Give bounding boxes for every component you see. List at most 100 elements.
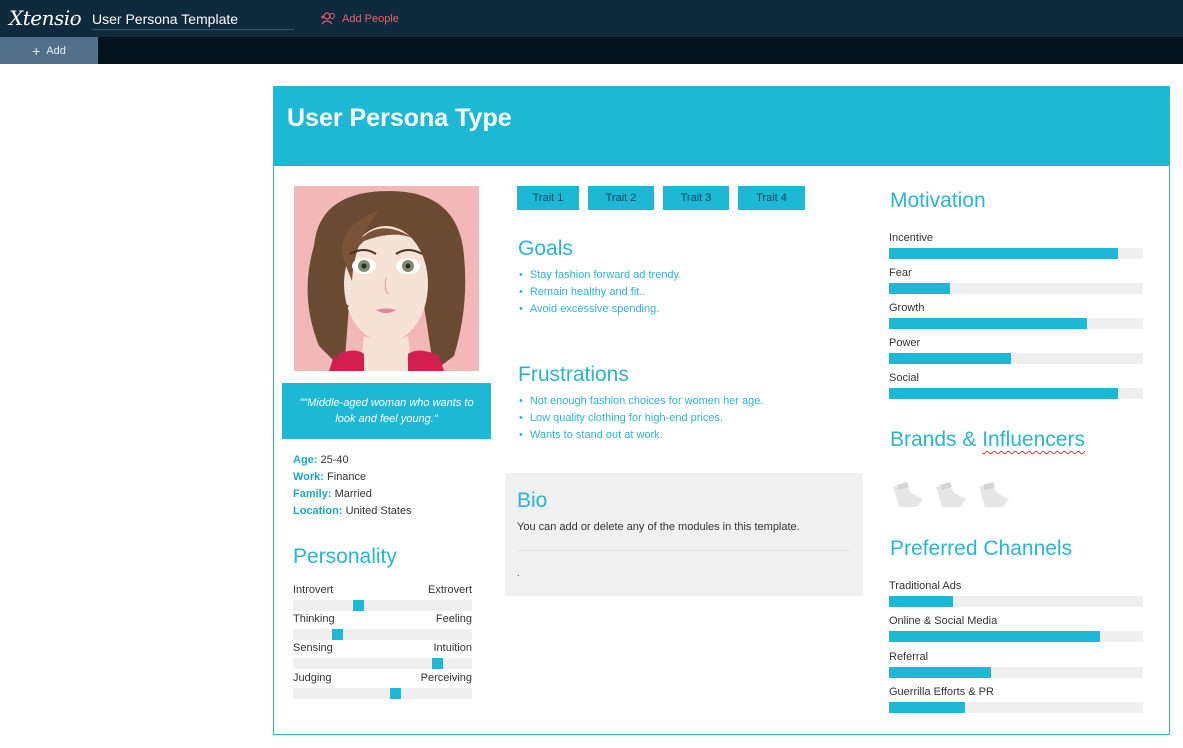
chevron-right-icon: ›: [72, 9, 78, 26]
brand-placeholder-icon[interactable]: [934, 479, 968, 509]
brand-placeholder-icon[interactable]: [977, 479, 1011, 509]
fact-family[interactable]: Family: Married: [293, 486, 412, 503]
bar-track[interactable]: [889, 596, 1143, 607]
slider-handle[interactable]: [332, 629, 343, 640]
add-people-icon: [321, 12, 335, 25]
slider-handle[interactable]: [390, 688, 401, 699]
persona-quote[interactable]: ""Middle-aged woman who wants to look an…: [282, 383, 491, 439]
add-module-button[interactable]: + Add: [0, 37, 98, 64]
bar-fill: [889, 631, 1100, 642]
fact-key: Work:: [293, 471, 324, 483]
fact-location[interactable]: Location: United States: [293, 503, 412, 520]
fact-value: United States: [345, 505, 412, 517]
bar-track[interactable]: [889, 702, 1143, 713]
bar-label: Online & Social Media: [889, 615, 998, 627]
slider-track[interactable]: [293, 600, 472, 611]
bar-label: Growth: [889, 302, 925, 314]
slider-left-label: Introvert: [293, 584, 334, 596]
persona-title[interactable]: User Persona Type: [287, 104, 512, 133]
personality-heading[interactable]: Personality: [293, 545, 397, 569]
slider-left-label: Thinking: [293, 613, 335, 625]
document-title-field[interactable]: User Persona Template: [92, 11, 294, 30]
bar-fill: [889, 353, 1011, 364]
list-item[interactable]: Wants to stand out at work.: [519, 427, 763, 444]
add-people-label: Add People: [342, 12, 399, 25]
persona-avatar[interactable]: [294, 186, 479, 371]
bar-label: Fear: [889, 267, 912, 279]
slider-right-label: Intuition: [433, 642, 472, 654]
frustrations-list: Not enough fashion choices for women her…: [519, 393, 764, 444]
slider-track[interactable]: [293, 688, 472, 699]
trait-tag[interactable]: Trait 3: [663, 186, 729, 210]
slider-track[interactable]: [293, 658, 472, 669]
list-item[interactable]: Not enough fashion choices for women her…: [519, 393, 764, 410]
bar-track[interactable]: [889, 353, 1143, 364]
slider-handle[interactable]: [353, 600, 364, 611]
brands-heading-b: Influencers: [982, 428, 1085, 451]
bar-label: Social: [889, 372, 919, 384]
bar-fill: [889, 596, 953, 607]
trait-tag[interactable]: Trait 2: [588, 186, 654, 210]
slider-left-label: Judging: [293, 672, 332, 684]
divider: [517, 550, 849, 551]
frustrations-heading[interactable]: Frustrations: [518, 363, 629, 387]
brand-logos: [891, 479, 1011, 509]
list-item[interactable]: Stay fashion forward ad trendy.: [519, 267, 681, 284]
bar-label: Power: [889, 337, 921, 349]
fact-age[interactable]: Age: 25-40: [293, 452, 412, 469]
slider-right-label: Feeling: [435, 613, 472, 625]
persona-header: User Persona Type: [274, 87, 1169, 166]
bar-track[interactable]: [889, 388, 1143, 399]
channels-heading[interactable]: Preferred Channels: [890, 537, 1072, 561]
list-item[interactable]: Remain healthy and fit..: [519, 284, 681, 301]
avatar-illustration: [294, 186, 479, 371]
fact-value: Finance: [327, 471, 367, 483]
plus-icon: +: [32, 42, 41, 59]
bar-track[interactable]: [889, 631, 1143, 642]
bar-fill: [889, 248, 1118, 259]
slider-right-label: Perceiving: [420, 672, 472, 684]
list-item[interactable]: Avoid excessive spending.: [519, 301, 681, 318]
bio-module: Bio You can add or delete any of the mod…: [505, 473, 863, 596]
slider-right-label: Extrovert: [427, 584, 472, 596]
fact-work[interactable]: Work: Finance: [293, 469, 412, 486]
bar-track[interactable]: [889, 667, 1143, 678]
tool-bar: + Add: [0, 37, 1183, 64]
bar-fill: [889, 667, 991, 678]
add-module-label: Add: [46, 44, 66, 57]
motivation-heading[interactable]: Motivation: [890, 189, 986, 213]
bar-fill: [889, 283, 950, 294]
bar-track[interactable]: [889, 248, 1143, 259]
persona-card: User Persona Type ""Middle-aged woman wh…: [273, 86, 1170, 735]
brand-placeholder-icon[interactable]: [891, 479, 925, 509]
bar-label: Referral: [889, 651, 929, 663]
fact-value: 25-40: [320, 454, 349, 466]
bar-track[interactable]: [889, 283, 1143, 294]
bar-label: Guerrilla Efforts & PR: [889, 686, 994, 698]
bar-fill: [889, 318, 1088, 329]
brands-heading-a: Brands &: [890, 428, 983, 451]
add-people-button[interactable]: Add People: [320, 12, 399, 25]
trait-tag[interactable]: Trait 4: [738, 186, 805, 210]
slider-left-label: Sensing: [293, 642, 333, 654]
bar-track[interactable]: [889, 318, 1143, 329]
trait-tag[interactable]: Trait 1: [517, 186, 579, 210]
bio-text[interactable]: You can add or delete any of the modules…: [517, 521, 800, 533]
app-logo[interactable]: Xtensio: [9, 6, 82, 30]
persona-facts: Age: 25-40 Work: Finance Family: Married…: [293, 452, 412, 520]
bio-footer: .: [517, 568, 520, 579]
traits-row: Trait 1 Trait 2 Trait 3 Trait 4: [517, 186, 805, 210]
fact-key: Age:: [293, 454, 318, 466]
list-item[interactable]: Low quality clothing for high-end prices…: [519, 410, 763, 427]
bio-heading[interactable]: Bio: [517, 489, 547, 513]
slider-track[interactable]: [293, 629, 472, 640]
goals-list: Stay fashion forward ad trendy. Remain h…: [519, 267, 681, 318]
fact-key: Family:: [293, 488, 332, 500]
bar-label: Traditional Ads: [889, 580, 962, 592]
top-bar: Xtensio › User Persona Template Add Peop…: [0, 0, 1183, 37]
goals-heading[interactable]: Goals: [518, 237, 573, 261]
bar-fill: [889, 388, 1118, 399]
brands-heading[interactable]: Brands & Influencers: [890, 428, 1085, 452]
bar-fill: [889, 702, 966, 713]
slider-handle[interactable]: [432, 658, 443, 669]
